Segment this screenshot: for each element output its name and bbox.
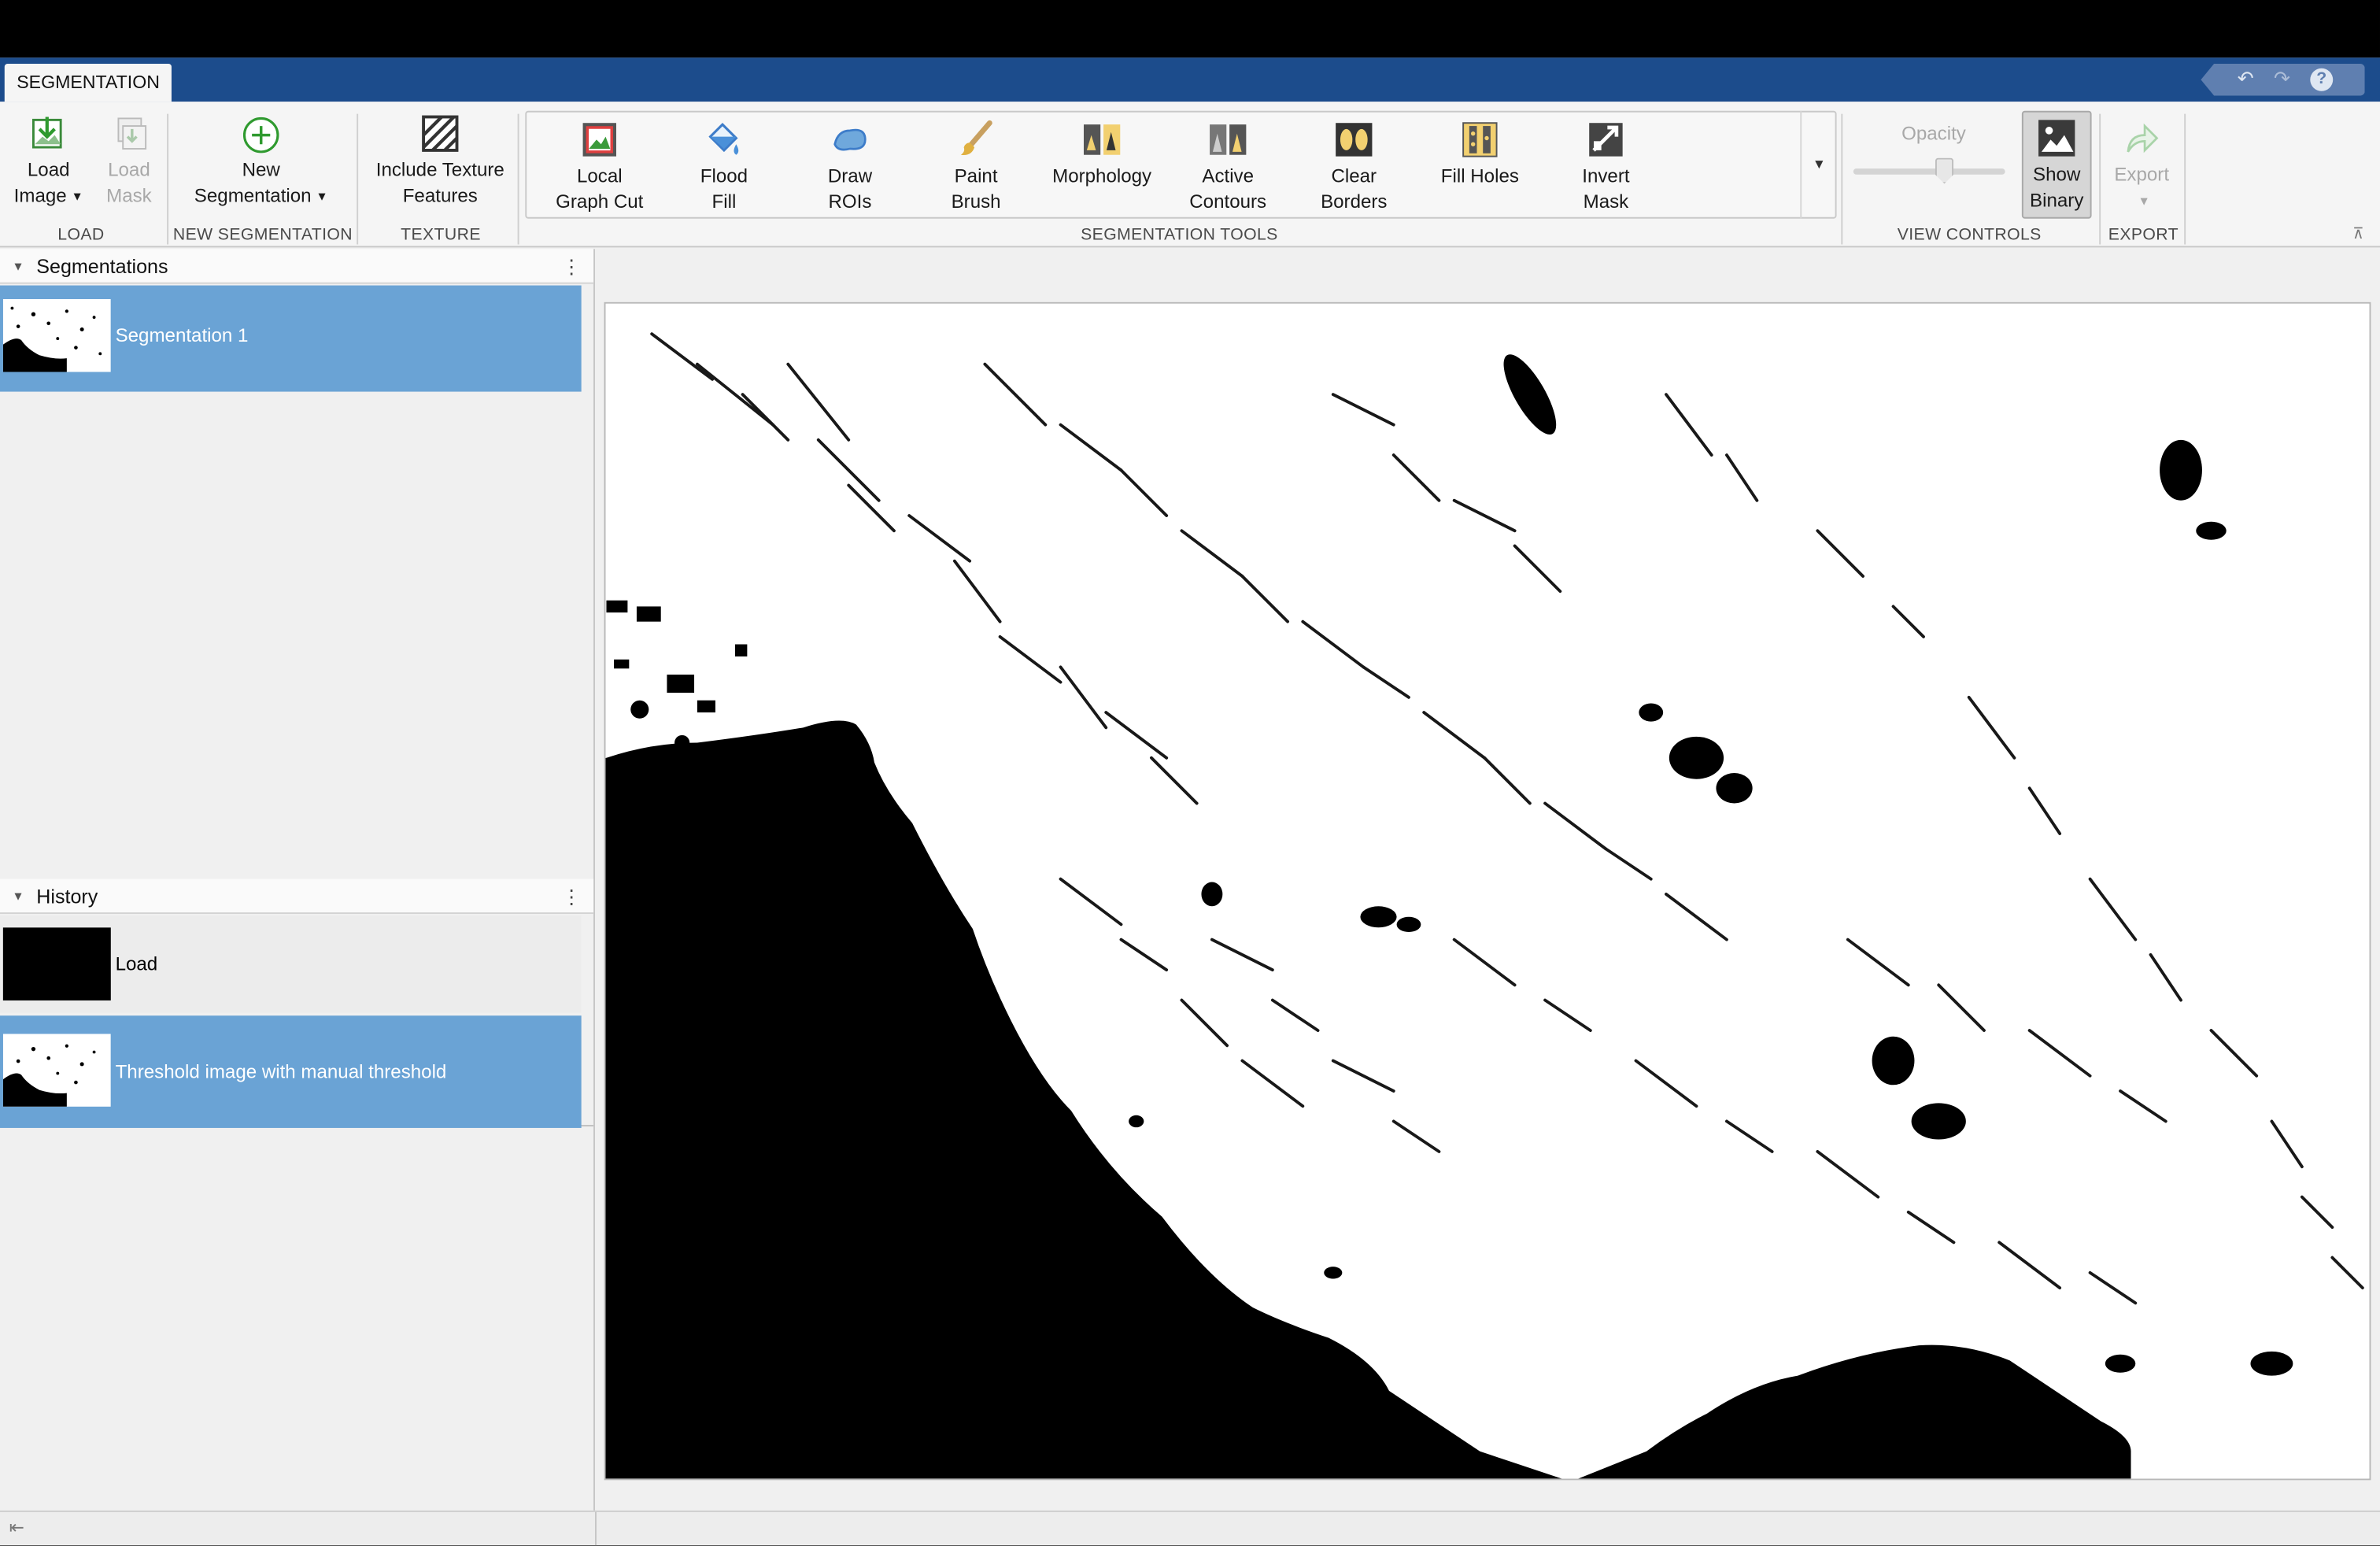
paint-brush-icon <box>960 120 992 155</box>
chevron-down-icon[interactable]: ▼ <box>71 189 83 202</box>
tool-invert-mask[interactable]: Invert Mask <box>1559 120 1654 214</box>
tool-morphology[interactable]: Morphology <box>1044 120 1160 189</box>
group-divider <box>517 113 519 245</box>
window-title-bar <box>0 0 2380 58</box>
draw-rois-icon <box>833 128 867 151</box>
history-item[interactable]: Load <box>0 915 582 1013</box>
group-label-texture: TEXTURE <box>401 226 481 245</box>
status-bar: ⇤ <box>0 1510 2380 1546</box>
redo-icon[interactable]: ↷ <box>2274 67 2290 91</box>
segmentation-thumbnail <box>2 298 111 372</box>
fill-holes-icon <box>1462 122 1498 157</box>
tool-paint-brush[interactable]: Paint Brush <box>929 120 1023 214</box>
clear-borders-icon <box>1336 123 1373 157</box>
history-thumbnail <box>2 927 111 1000</box>
tool-active-contours[interactable]: Active Contours <box>1181 120 1275 214</box>
collapse-ribbon-icon[interactable]: ⊼ <box>2352 226 2363 242</box>
load-image-button[interactable]: Load Image ▼ <box>9 114 88 209</box>
export-button[interactable]: Export ▼ <box>2107 118 2177 213</box>
load-image-icon <box>31 117 62 149</box>
group-divider <box>357 113 359 245</box>
group-label-view-controls: VIEW CONTROLS <box>1897 226 2042 245</box>
chevron-down-icon[interactable]: ▼ <box>316 189 327 202</box>
gallery-expand-button[interactable]: ▼ <box>1800 110 1836 219</box>
collapse-triangle-icon[interactable]: ▼ <box>12 879 24 914</box>
collapse-triangle-icon[interactable]: ▼ <box>12 249 24 283</box>
chevron-down-icon: ▼ <box>1812 156 1826 172</box>
show-binary-button[interactable]: Show Binary <box>2022 118 2092 213</box>
left-panel: ▼ Segmentations ⋮ Segmentation 1 ▼ Histo… <box>0 249 595 1511</box>
help-icon[interactable]: ? <box>2310 68 2334 91</box>
opacity-slider-thumb[interactable] <box>1935 157 1954 184</box>
tab-segmentation[interactable]: SEGMENTATION <box>4 63 172 102</box>
quick-access-toolbar: ↶ ↷ ? <box>2201 63 2365 96</box>
add-icon <box>242 117 279 153</box>
status-divider <box>594 1511 597 1546</box>
segmentation-item[interactable]: Segmentation 1 <box>0 285 582 392</box>
tool-flood-fill[interactable]: Flood Fill <box>677 120 771 214</box>
group-divider <box>2184 113 2186 245</box>
panel-options-icon[interactable]: ⋮ <box>562 879 582 914</box>
ribbon-toolstrip: Load Image ▼ Load Mask LOAD New Segmentat… <box>0 102 2380 248</box>
include-texture-features-button[interactable]: Include Texture Features <box>364 114 516 209</box>
load-mask-button[interactable]: Load Mask <box>95 114 162 209</box>
texture-icon <box>422 115 459 152</box>
opacity-slider-track[interactable] <box>1853 168 2005 175</box>
group-label-export: EXPORT <box>2108 226 2179 245</box>
group-divider <box>167 113 169 245</box>
binary-mask-image[interactable] <box>604 301 2371 1481</box>
opacity-label: Opacity <box>1901 123 1966 145</box>
invert-mask-icon <box>1589 123 1623 157</box>
group-label-segmentation-tools: SEGMENTATION TOOLS <box>1081 226 1278 245</box>
group-label-load: LOAD <box>57 226 105 245</box>
export-icon <box>2127 123 2159 153</box>
undo-icon[interactable]: ↶ <box>2238 67 2254 91</box>
tool-local-graph-cut[interactable]: Local Graph Cut <box>541 120 659 214</box>
group-divider <box>1841 113 1843 245</box>
show-binary-icon <box>2038 120 2075 157</box>
new-segmentation-button[interactable]: New Segmentation ▼ <box>179 114 343 209</box>
collapse-left-panel-icon[interactable]: ⇤ <box>9 1517 24 1538</box>
group-divider <box>2099 113 2101 245</box>
ribbon-tab-strip: SEGMENTATION ↶ ↷ ? <box>0 57 2380 102</box>
app-window: SEGMENTATION ↶ ↷ ? Load Image ▼ Load Mas… <box>0 0 2380 1546</box>
flood-fill-icon <box>708 122 739 155</box>
panel-options-icon[interactable]: ⋮ <box>562 249 582 283</box>
tool-draw-rois[interactable]: Draw ROIs <box>803 120 897 214</box>
tool-clear-borders[interactable]: Clear Borders <box>1306 120 1401 214</box>
local-graph-cut-icon <box>582 123 616 157</box>
history-item[interactable]: Threshold image with manual threshold <box>0 1015 582 1128</box>
history-thumbnail <box>2 1034 111 1107</box>
chevron-down-icon[interactable]: ▼ <box>2138 194 2149 207</box>
group-label-new-segmentation: NEW SEGMENTATION <box>172 226 353 245</box>
tool-fill-holes[interactable]: Fill Holes <box>1433 120 1528 189</box>
load-mask-icon <box>117 117 147 150</box>
active-contours-icon <box>1210 124 1247 155</box>
segmentations-panel-header[interactable]: ▼ Segmentations ⋮ <box>0 249 594 284</box>
history-panel-header[interactable]: ▼ History ⋮ <box>0 878 594 914</box>
morphology-icon <box>1083 124 1121 155</box>
